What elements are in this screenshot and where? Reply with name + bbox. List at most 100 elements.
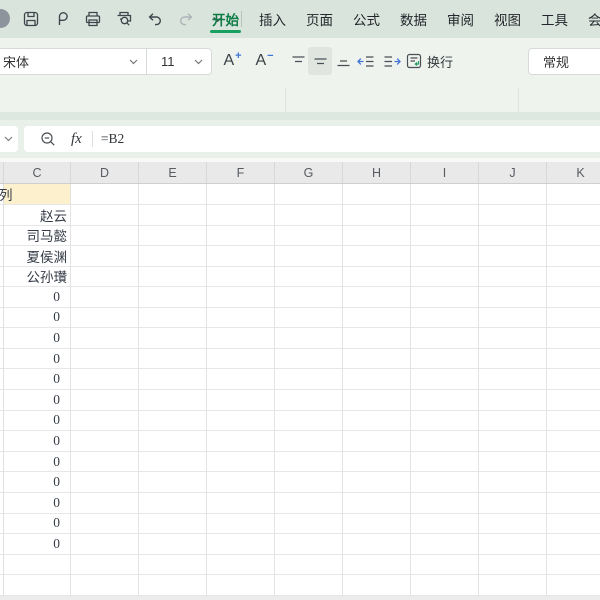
cell[interactable] <box>411 431 479 452</box>
tab-page[interactable]: 页面 <box>304 0 335 38</box>
cell-C2[interactable]: 赵云 <box>4 205 71 226</box>
cell-C19[interactable] <box>4 555 71 576</box>
cell[interactable] <box>343 390 411 411</box>
name-box[interactable] <box>0 126 18 152</box>
cell[interactable] <box>71 205 139 226</box>
cell[interactable] <box>139 431 207 452</box>
cell[interactable] <box>411 390 479 411</box>
cell[interactable] <box>343 493 411 514</box>
cell[interactable] <box>139 452 207 473</box>
cell[interactable] <box>71 266 139 287</box>
cell[interactable] <box>479 514 547 535</box>
cell[interactable] <box>275 514 343 535</box>
cell[interactable] <box>71 287 139 308</box>
cell[interactable] <box>411 514 479 535</box>
cell[interactable] <box>411 205 479 226</box>
cell[interactable] <box>411 555 479 576</box>
cell[interactable] <box>71 246 139 267</box>
cell[interactable] <box>207 555 275 576</box>
cell[interactable] <box>275 369 343 390</box>
cell[interactable] <box>71 390 139 411</box>
cell[interactable] <box>139 328 207 349</box>
font-name-select[interactable]: 宋体 <box>0 49 147 74</box>
cell[interactable] <box>275 287 343 308</box>
cell[interactable] <box>343 575 411 596</box>
cell-C7[interactable]: 0 <box>4 308 71 329</box>
cell[interactable] <box>207 205 275 226</box>
cell[interactable] <box>411 369 479 390</box>
cell[interactable] <box>139 205 207 226</box>
cell[interactable] <box>207 431 275 452</box>
cell[interactable] <box>275 266 343 287</box>
cell[interactable] <box>139 575 207 596</box>
cell[interactable] <box>479 555 547 576</box>
cell[interactable] <box>207 369 275 390</box>
cell[interactable] <box>275 184 343 205</box>
column-header-F[interactable]: F <box>207 162 275 183</box>
cell[interactable] <box>411 184 479 205</box>
valign-bottom-button[interactable] <box>332 48 354 74</box>
cell[interactable] <box>343 369 411 390</box>
cell[interactable] <box>275 472 343 493</box>
cell[interactable] <box>411 472 479 493</box>
cell[interactable] <box>139 514 207 535</box>
cell[interactable] <box>207 266 275 287</box>
valign-middle-button[interactable] <box>308 47 332 75</box>
cell[interactable] <box>411 493 479 514</box>
cell[interactable] <box>547 514 600 535</box>
cell[interactable] <box>139 225 207 246</box>
cell[interactable] <box>207 225 275 246</box>
tab-formula[interactable]: 公式 <box>351 0 382 38</box>
cell[interactable] <box>479 308 547 329</box>
cell[interactable] <box>139 472 207 493</box>
undo-button[interactable] <box>144 7 166 31</box>
cell[interactable] <box>139 493 207 514</box>
cell-C4[interactable]: 夏侯渊 <box>4 246 71 267</box>
cell[interactable] <box>547 452 600 473</box>
cell-C13[interactable]: 0 <box>4 431 71 452</box>
formula-bar[interactable]: fx =B2 <box>24 126 600 152</box>
number-format-select[interactable]: 常规 <box>528 48 600 75</box>
column-header-I[interactable]: I <box>411 162 479 183</box>
cell[interactable] <box>479 287 547 308</box>
cell[interactable] <box>207 534 275 555</box>
redo-button[interactable] <box>175 7 197 31</box>
export-button[interactable] <box>51 7 73 31</box>
cell[interactable] <box>139 308 207 329</box>
cell[interactable] <box>275 328 343 349</box>
cell[interactable] <box>547 328 600 349</box>
column-header-G[interactable]: G <box>275 162 343 183</box>
cell[interactable] <box>479 493 547 514</box>
cell[interactable] <box>343 184 411 205</box>
cell[interactable] <box>275 493 343 514</box>
cell[interactable] <box>547 431 600 452</box>
cell[interactable] <box>547 287 600 308</box>
cell[interactable] <box>343 308 411 329</box>
cell[interactable] <box>479 452 547 473</box>
cell[interactable] <box>411 328 479 349</box>
cell[interactable] <box>547 308 600 329</box>
cell[interactable] <box>71 514 139 535</box>
cell[interactable] <box>275 411 343 432</box>
cell[interactable] <box>547 225 600 246</box>
cell[interactable] <box>343 205 411 226</box>
cell[interactable] <box>71 431 139 452</box>
cell[interactable] <box>139 555 207 576</box>
cell[interactable] <box>71 349 139 370</box>
cell[interactable] <box>411 225 479 246</box>
cell[interactable] <box>71 225 139 246</box>
increase-font-button[interactable]: A+ <box>218 48 246 74</box>
cell[interactable] <box>343 287 411 308</box>
cell[interactable] <box>411 287 479 308</box>
cell[interactable] <box>275 308 343 329</box>
tab-insert[interactable]: 插入 <box>257 0 288 38</box>
cell[interactable] <box>71 369 139 390</box>
cell[interactable] <box>547 246 600 267</box>
cell[interactable] <box>343 534 411 555</box>
fx-icon[interactable]: fx <box>71 131 82 148</box>
cell[interactable] <box>479 266 547 287</box>
cell[interactable] <box>71 328 139 349</box>
column-header-E[interactable]: E <box>139 162 207 183</box>
cell[interactable] <box>547 555 600 576</box>
cell[interactable] <box>547 575 600 596</box>
